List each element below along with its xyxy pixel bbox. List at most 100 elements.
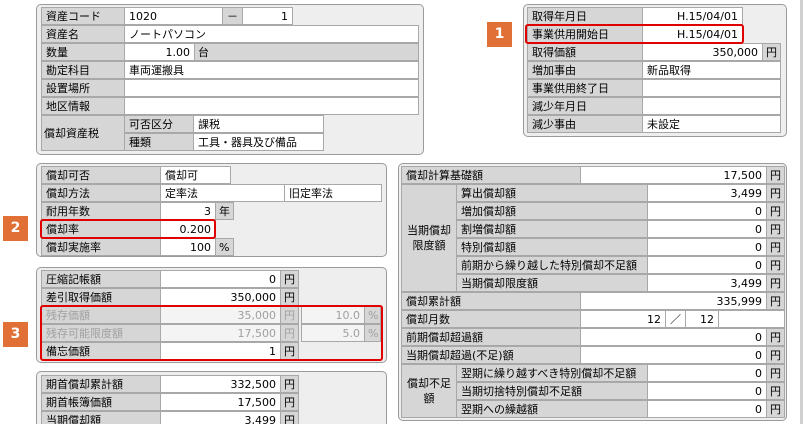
shortage-item-value[interactable]: 0: [648, 382, 767, 400]
compress-unit: 円: [281, 270, 299, 288]
limit-item-unit: 円: [767, 202, 785, 220]
account-field[interactable]: 車両運搬具: [125, 61, 419, 79]
acq-price-unit: 円: [763, 43, 781, 61]
limit-item-value[interactable]: 0: [648, 220, 767, 238]
shortage-item-row: 当期切捨特別償却不足額 0 円: [456, 382, 785, 400]
decrease-reason-field[interactable]: 未設定: [643, 115, 781, 133]
net-acq-row: 差引取得価額 350,000 円: [41, 288, 299, 306]
limit-item-value[interactable]: 3,499: [648, 184, 767, 202]
opening-accum-label: 期首償却累計額: [41, 375, 161, 393]
asset-name-field[interactable]: ノートパソコン: [125, 25, 419, 43]
limit-item-value[interactable]: 3,499: [648, 274, 767, 292]
increase-field[interactable]: 新品取得: [643, 61, 781, 79]
decrease-date-field[interactable]: [643, 97, 781, 115]
decrease-date-row: 減少年月日: [527, 97, 781, 115]
account-row: 勘定科目 車両運搬具: [41, 61, 419, 79]
prev-excess-row: 前期償却超過額 0 円: [401, 328, 785, 346]
asset-branch-field[interactable]: 1: [243, 7, 293, 25]
limit-item-row: 算出償却額 3,499 円: [456, 184, 785, 202]
highlight-rate: [40, 219, 216, 239]
exec-rate-row: 償却実施率 100 %: [41, 238, 234, 256]
badge-2: 2: [3, 216, 28, 241]
limit-item-value[interactable]: 0: [648, 202, 767, 220]
badge-1: 1: [487, 22, 512, 47]
asset-code-separator: －: [223, 7, 243, 25]
limit-item-unit: 円: [767, 238, 785, 256]
prev-excess-field[interactable]: 0: [581, 328, 767, 346]
shortage-group-label: 償却不足額: [401, 364, 457, 418]
acq-date-field[interactable]: H.15/04/01: [643, 7, 743, 25]
end-date-label: 事業供用終了日: [527, 79, 643, 97]
limit-item-label: 算出償却額: [456, 184, 648, 202]
dep-method-field[interactable]: 定率法: [161, 184, 285, 202]
asset-code-field[interactable]: 1020: [125, 7, 223, 25]
dep-allow-field[interactable]: 償却可: [161, 166, 231, 184]
opening-book-field[interactable]: 17,500: [161, 393, 281, 411]
net-acq-field[interactable]: 350,000: [161, 288, 281, 306]
limit-item-label: 増加償却額: [456, 202, 648, 220]
months-total-field[interactable]: 12: [686, 310, 719, 328]
calc-base-field[interactable]: 17,500: [581, 166, 767, 184]
tax-label: 償却資産税: [41, 115, 125, 151]
limit-item-label: 特別償却額: [456, 238, 648, 256]
life-label: 耐用年数: [41, 202, 161, 220]
prev-excess-label: 前期償却超過額: [401, 328, 581, 346]
tax-class-row: 可否区分 課税: [124, 115, 324, 133]
net-acq-unit: 円: [281, 288, 299, 306]
dep-old-method-field[interactable]: 旧定率法: [285, 184, 382, 202]
limit-item-unit: 円: [767, 220, 785, 238]
limit-item-unit: 円: [767, 184, 785, 202]
location-field[interactable]: [125, 79, 419, 97]
shortage-item-value[interactable]: 0: [648, 400, 767, 418]
end-date-field[interactable]: [643, 79, 781, 97]
tax-kind-row: 種類 工具・器具及び備品: [124, 133, 324, 151]
dep-method-row: 償却方法 定率法 旧定率法: [41, 184, 382, 202]
dep-allow-label: 償却可否: [41, 166, 161, 184]
opening-accum-field[interactable]: 332,500: [161, 375, 281, 393]
life-field[interactable]: 3: [161, 202, 216, 220]
shortage-item-label: 当期切捨特別償却不足額: [456, 382, 648, 400]
quantity-field[interactable]: 1.00: [125, 43, 195, 61]
shortage-item-unit: 円: [767, 400, 785, 418]
months-separator: ／: [666, 310, 686, 328]
region-field[interactable]: [125, 97, 419, 115]
curr-excess-unit: 円: [767, 346, 785, 364]
calc-accum-label: 償却累計額: [401, 292, 581, 310]
current-dep-field[interactable]: 3,499: [161, 411, 281, 424]
acq-price-field[interactable]: 350,000: [643, 43, 763, 61]
shortage-item-label: 翌期への繰越額: [456, 400, 648, 418]
tax-class-field[interactable]: 課税: [194, 115, 324, 133]
opening-book-row: 期首帳簿価額 17,500 円: [41, 393, 299, 411]
limit-item-value[interactable]: 0: [648, 238, 767, 256]
limit-item-value[interactable]: 0: [648, 256, 767, 274]
compress-field[interactable]: 0: [161, 270, 281, 288]
asset-code-row: 資産コード 1020 － 1: [41, 7, 293, 25]
months-field[interactable]: 12: [581, 310, 666, 328]
shortage-item-value[interactable]: 0: [648, 364, 767, 382]
limit-item-label: 割増償却額: [456, 220, 648, 238]
months-label: 償却月数: [401, 310, 581, 328]
region-label: 地区情報: [41, 97, 125, 115]
compress-row: 圧縮記帳額 0 円: [41, 270, 299, 288]
increase-label: 増加事由: [527, 61, 643, 79]
increase-row: 増加事由 新品取得: [527, 61, 781, 79]
shortage-item-label: 翌期に繰り越すべき特別償却不足額: [456, 364, 648, 382]
opening-book-label: 期首帳簿価額: [41, 393, 161, 411]
limit-item-row: 割増償却額 0 円: [456, 220, 785, 238]
tax-kind-field[interactable]: 工具・器具及び備品: [194, 133, 324, 151]
curr-excess-field[interactable]: 0: [581, 346, 767, 364]
limit-item-label: 当期償却限度額: [456, 274, 648, 292]
life-row: 耐用年数 3 年: [41, 202, 234, 220]
exec-rate-field[interactable]: 100: [161, 238, 216, 256]
calc-accum-field[interactable]: 335,999: [581, 292, 767, 310]
curr-excess-row: 当期償却超過(不足)額 0 円: [401, 346, 785, 364]
months-blank: [719, 310, 785, 328]
acq-price-row: 取得価額 350,000 円: [527, 43, 781, 61]
current-dep-unit: 円: [281, 411, 299, 424]
shortage-item-unit: 円: [767, 382, 785, 400]
limit-item-row: 特別償却額 0 円: [456, 238, 785, 256]
calc-base-label: 償却計算基礎額: [401, 166, 581, 184]
calc-base-row: 償却計算基礎額 17,500 円: [401, 166, 785, 184]
current-dep-row: 当期償却額 3,499 円: [41, 411, 299, 424]
account-label: 勘定科目: [41, 61, 125, 79]
